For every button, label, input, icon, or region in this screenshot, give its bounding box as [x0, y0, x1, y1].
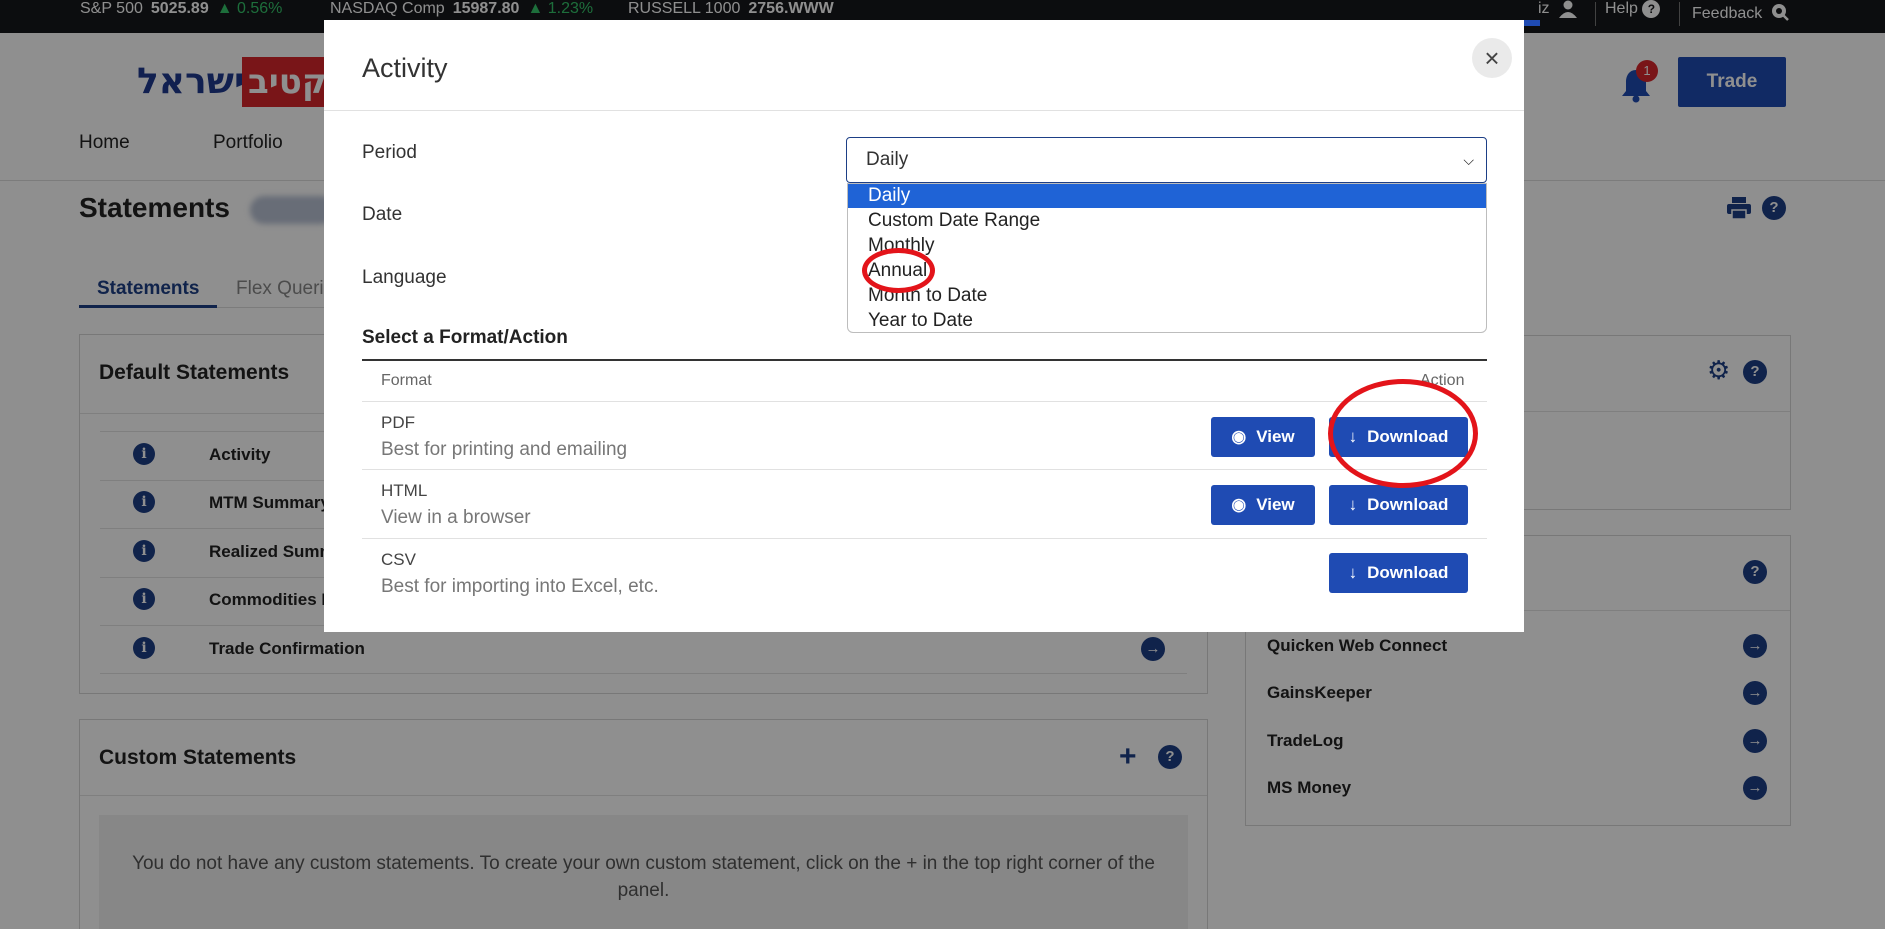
period-option-monthly[interactable]: Monthly — [848, 234, 1486, 258]
close-button[interactable]: × — [1472, 38, 1512, 78]
chevron-down-icon: ⌵ — [1463, 152, 1474, 168]
activity-modal: Activity × Period Date Language Daily ⌵ … — [324, 20, 1524, 632]
row-divider — [362, 538, 1487, 539]
period-label: Period — [362, 142, 417, 163]
eye-icon: ◉ — [1231, 427, 1247, 446]
button-label: View — [1256, 495, 1295, 514]
period-option-year-to-date[interactable]: Year to Date — [848, 309, 1486, 333]
format-section-divider — [362, 359, 1487, 361]
period-option-daily[interactable]: Daily — [848, 184, 1486, 208]
format-name-csv: CSV — [381, 550, 416, 569]
period-select[interactable]: Daily ⌵ — [846, 137, 1487, 183]
download-arrow-icon: ↓ — [1348, 495, 1358, 514]
period-option-annual[interactable]: Annual — [848, 259, 1486, 283]
pdf-view-button[interactable]: ◉ View — [1211, 417, 1315, 457]
annotation-circle-download — [1328, 379, 1478, 488]
row-divider — [362, 469, 1487, 470]
modal-title: Activity — [362, 53, 448, 83]
button-label: Download — [1367, 563, 1449, 582]
period-option-custom-date-range[interactable]: Custom Date Range — [848, 209, 1486, 233]
button-label: View — [1256, 427, 1295, 446]
download-arrow-icon: ↓ — [1348, 563, 1358, 582]
button-label: Download — [1367, 495, 1449, 514]
format-name-html: HTML — [381, 481, 428, 500]
annotation-circle-annual — [862, 248, 935, 293]
eye-icon: ◉ — [1231, 495, 1247, 514]
format-name-pdf: PDF — [381, 413, 415, 432]
date-label: Date — [362, 204, 403, 225]
csv-download-button[interactable]: ↓ Download — [1329, 553, 1468, 593]
html-download-button[interactable]: ↓ Download — [1329, 485, 1468, 525]
modal-header-divider — [324, 110, 1524, 111]
format-desc-csv: Best for importing into Excel, etc. — [381, 576, 659, 597]
format-desc-html: View in a browser — [381, 507, 531, 528]
format-column-header: Format — [381, 372, 432, 389]
row-divider — [362, 401, 1487, 402]
period-select-value: Daily — [866, 149, 909, 170]
html-view-button[interactable]: ◉ View — [1211, 485, 1315, 525]
format-section-title: Select a Format/Action — [362, 327, 568, 348]
period-option-month-to-date[interactable]: Month to Date — [848, 284, 1486, 308]
language-label: Language — [362, 267, 447, 288]
period-dropdown-list: Daily Custom Date Range Monthly Annual M… — [847, 183, 1487, 333]
format-desc-pdf: Best for printing and emailing — [381, 439, 628, 460]
